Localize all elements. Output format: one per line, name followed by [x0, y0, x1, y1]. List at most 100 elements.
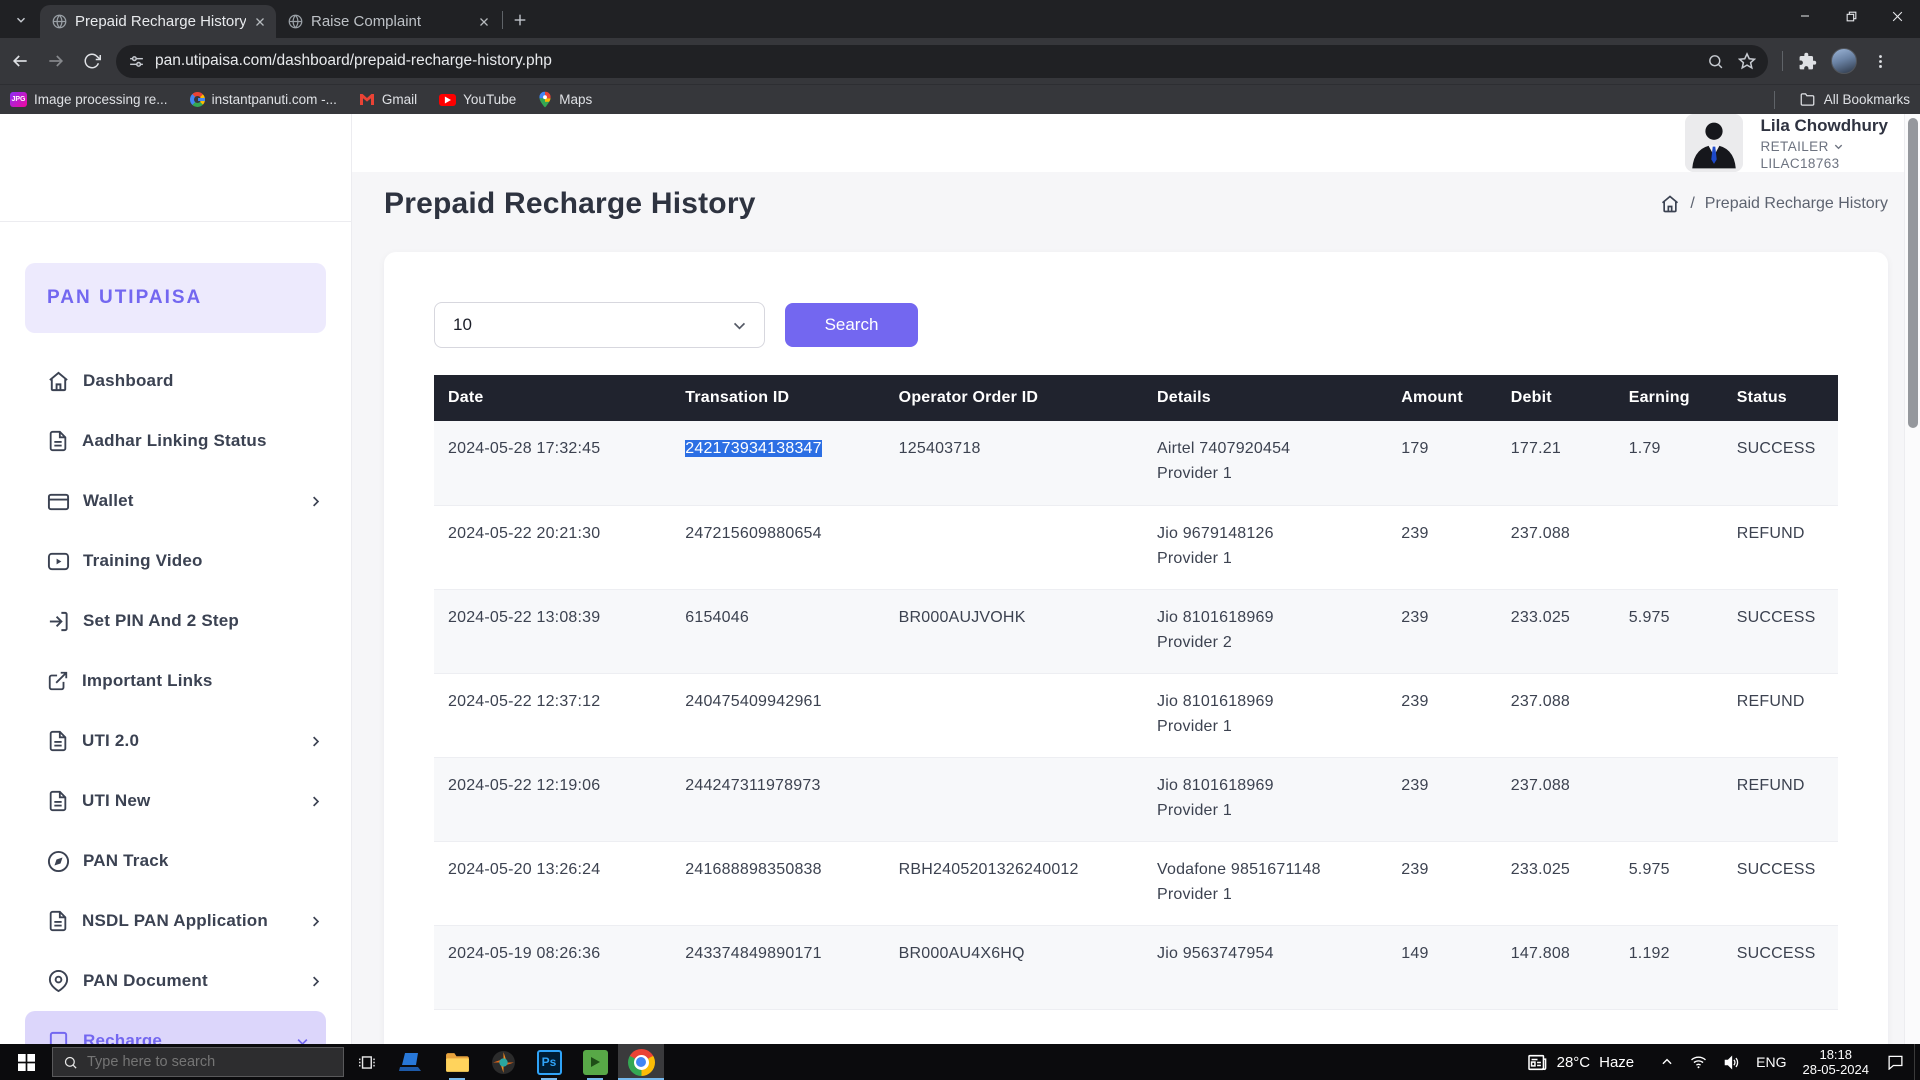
cell-earning	[1615, 757, 1723, 841]
extensions-icon[interactable]	[1798, 52, 1817, 71]
cell-transation-id: 243374849890171	[671, 925, 884, 1009]
chevron-down-icon	[1833, 141, 1844, 152]
taskbar-app-media-player[interactable]	[572, 1044, 618, 1080]
close-window-button[interactable]	[1874, 0, 1920, 32]
wifi-icon[interactable]	[1690, 1055, 1707, 1069]
start-button[interactable]	[0, 1044, 52, 1080]
cell-date: 2024-05-28 17:32:45	[434, 421, 671, 505]
cell-debit: 233.025	[1497, 841, 1615, 925]
cell-transation-id: 6154046	[671, 589, 884, 673]
sidebar-item-label: PAN Document	[83, 971, 208, 991]
taskbar-clock[interactable]: 18:18 28-05-2024	[1803, 1047, 1870, 1077]
url-text[interactable]: pan.utipaisa.com/dashboard/prepaid-recha…	[155, 52, 1693, 70]
sidebar-item-important-links[interactable]: Important Links	[0, 651, 351, 711]
speaker-icon[interactable]	[1723, 1055, 1740, 1070]
taskbar-app-file-explorer[interactable]	[434, 1044, 480, 1080]
forward-button[interactable]	[40, 45, 72, 77]
brand-badge[interactable]: PAN UTIPAISA	[25, 263, 326, 333]
show-desktop-button[interactable]	[1914, 1044, 1920, 1080]
table-row[interactable]: 2024-05-20 13:26:24 241688898350838 RBH2…	[434, 841, 1838, 925]
reload-button[interactable]	[76, 45, 108, 77]
zoom-icon[interactable]	[1707, 53, 1724, 70]
scrollbar-thumb[interactable]	[1908, 118, 1918, 428]
sidebar-item-pan-document[interactable]: PAN Document	[0, 951, 351, 1011]
sidebar-item-wallet[interactable]: Wallet	[0, 471, 351, 531]
weather-widget[interactable]: 28°C Haze	[1527, 1054, 1635, 1071]
table-row[interactable]: 2024-05-19 08:26:36 243374849890171 BR00…	[434, 925, 1838, 1009]
bookmark-item[interactable]: JPG Image processing re...	[10, 92, 168, 107]
cell-details: Jio 9679148126Provider 1	[1143, 505, 1387, 589]
sidebar-item-aadhar-linking-status[interactable]: Aadhar Linking Status	[0, 411, 351, 471]
taskbar-search-input[interactable]	[87, 1054, 317, 1070]
chevron-right-icon	[308, 974, 323, 989]
profile-avatar[interactable]	[1831, 48, 1857, 74]
table-row[interactable]: 2024-05-28 17:32:45 242173934138347 1254…	[434, 421, 1838, 505]
card-icon	[47, 1030, 70, 1045]
sidebar-item-dashboard[interactable]: Dashboard	[0, 351, 351, 411]
sidebar-item-set-pin[interactable]: Set PIN And 2 Step	[0, 591, 351, 651]
table-row[interactable]: 2024-05-22 12:19:06 244247311978973 Jio …	[434, 757, 1838, 841]
taskbar-search[interactable]	[52, 1047, 344, 1077]
sidebar-item-training-video[interactable]: Training Video	[0, 531, 351, 591]
bookmark-star-icon[interactable]	[1738, 52, 1756, 70]
cell-debit: 237.088	[1497, 757, 1615, 841]
minimize-button[interactable]	[1782, 0, 1828, 32]
sidebar-item-uti-20[interactable]: UTI 2.0	[0, 711, 351, 771]
sidebar-item-nsdl-pan-application[interactable]: NSDL PAN Application	[0, 891, 351, 951]
browser-tabstrip: Prepaid Recharge History Raise Complaint	[0, 0, 1920, 38]
gmail-icon	[359, 93, 375, 106]
table-row[interactable]: 2024-05-22 20:21:30 247215609880654 Jio …	[434, 505, 1838, 589]
site-settings-icon[interactable]	[128, 53, 145, 70]
sidebar-item-recharge[interactable]: Recharge	[25, 1011, 326, 1044]
chevron-right-icon	[308, 734, 323, 749]
col-debit: Debit	[1497, 375, 1615, 421]
page-size-select[interactable]: 10	[434, 302, 765, 348]
taskbar-app-chrome[interactable]	[618, 1044, 664, 1080]
user-role[interactable]: RETAILER	[1761, 139, 1889, 154]
cell-status: SUCCESS	[1723, 589, 1838, 673]
bookmark-item[interactable]: Maps	[538, 91, 592, 108]
taskbar-app-photo-viewer[interactable]	[480, 1044, 526, 1080]
user-menu[interactable]: Lila Chowdhury RETAILER LILAC18763	[1685, 114, 1889, 172]
new-tab-button[interactable]	[507, 7, 533, 33]
table-row[interactable]: 2024-05-22 12:37:12 240475409942961 Jio …	[434, 673, 1838, 757]
search-button[interactable]: Search	[785, 303, 918, 347]
taskbar-app-pc[interactable]	[388, 1044, 434, 1080]
news-icon	[1527, 1054, 1548, 1071]
cell-transation-id: 240475409942961	[671, 673, 884, 757]
tab-raise-complaint[interactable]: Raise Complaint	[276, 5, 500, 38]
home-icon	[47, 370, 70, 393]
restore-button[interactable]	[1828, 0, 1874, 32]
task-view-button[interactable]	[344, 1044, 388, 1080]
bookmark-item[interactable]: YouTube	[439, 92, 516, 107]
menu-dots-icon[interactable]	[1872, 53, 1889, 70]
page-scrollbar[interactable]	[1904, 114, 1920, 1044]
bookmark-item[interactable]: Gmail	[359, 92, 417, 107]
page-header: Lila Chowdhury RETAILER LILAC18763	[352, 114, 1920, 172]
tray-chevron-up-icon[interactable]	[1660, 1055, 1674, 1069]
cell-earning: 1.192	[1615, 925, 1723, 1009]
cell-status: REFUND	[1723, 757, 1838, 841]
language-indicator[interactable]: ENG	[1756, 1054, 1786, 1070]
back-button[interactable]	[4, 45, 36, 77]
sidebar-item-pan-track[interactable]: PAN Track	[0, 831, 351, 891]
address-bar[interactable]: pan.utipaisa.com/dashboard/prepaid-recha…	[116, 45, 1768, 78]
home-icon[interactable]	[1660, 194, 1680, 214]
all-bookmarks-button[interactable]: All Bookmarks	[1774, 91, 1910, 109]
document-icon	[47, 790, 69, 812]
tab-close-icon[interactable]	[478, 16, 490, 28]
tab-close-icon[interactable]	[254, 16, 266, 28]
tab-search-button[interactable]	[8, 7, 34, 33]
taskbar-app-photoshop[interactable]: Ps	[526, 1044, 572, 1080]
cell-date: 2024-05-22 12:19:06	[434, 757, 671, 841]
cell-amount: 239	[1387, 757, 1497, 841]
sidebar-item-label: PAN Track	[83, 851, 169, 871]
browser-toolbar: pan.utipaisa.com/dashboard/prepaid-recha…	[0, 38, 1920, 84]
notification-center-icon[interactable]	[1887, 1054, 1904, 1070]
bookmark-item[interactable]: instantpanuti.com -...	[190, 92, 337, 107]
page-viewport: PAN UTIPAISA Dashboard Aadhar Linking St…	[0, 114, 1920, 1044]
table-row[interactable]: 2024-05-22 13:08:39 6154046 BR000AUJVOHK…	[434, 589, 1838, 673]
sidebar-item-uti-new[interactable]: UTI New	[0, 771, 351, 831]
page-size-value: 10	[453, 315, 472, 335]
tab-prepaid-recharge-history[interactable]: Prepaid Recharge History	[40, 5, 276, 38]
